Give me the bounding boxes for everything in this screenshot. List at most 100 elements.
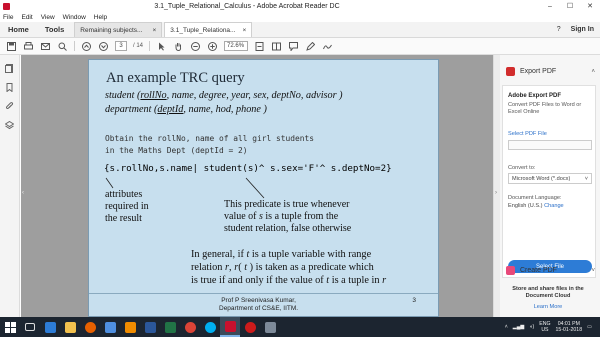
collapse-right-panel[interactable]: › [494, 55, 500, 317]
text-run: is a tuple from the [262, 211, 339, 222]
taskbar-app-word[interactable] [140, 317, 160, 337]
tabbar-right: ? Sign In [557, 22, 600, 37]
taskbar-store[interactable] [100, 317, 120, 337]
edge-icon [44, 321, 56, 333]
excel-icon [164, 321, 176, 333]
vlc-icon [124, 321, 136, 333]
chevron-down-icon[interactable]: ˅ [591, 268, 595, 274]
language-value: English (U.S.) [508, 203, 543, 209]
paragraph-line: In general, if t is a tuple variable wit… [191, 248, 436, 261]
acrobat-window: 3.1_Tuple_Relational_Calculus - Adobe Ac… [0, 0, 600, 337]
annotation-line: This predicate is true whenever [224, 199, 350, 210]
create-pdf-icon [506, 266, 515, 275]
taskbar-app-skype[interactable] [200, 317, 220, 337]
toolbar-separator [149, 41, 151, 51]
card-title: Adobe Export PDF [508, 93, 562, 99]
variable-r: r [382, 275, 387, 286]
task-view-button[interactable] [20, 317, 40, 337]
document-tab-label: 3.1_Tuple_Relationa... [170, 26, 236, 34]
tab-tools[interactable]: Tools [37, 22, 72, 37]
taskbar-app-excel[interactable] [160, 317, 180, 337]
close-tab-icon[interactable]: × [153, 27, 157, 34]
next-page-icon[interactable] [98, 41, 109, 52]
taskbar-app-opera[interactable] [240, 317, 260, 337]
input-language[interactable]: ENG US [539, 321, 550, 333]
firefox-icon [84, 321, 96, 333]
change-language-link[interactable]: Change [544, 203, 564, 209]
sign-in-link[interactable]: Sign In [571, 26, 594, 33]
document-tab-remaining-subjects[interactable]: Remaining subjects... × [74, 22, 163, 37]
learn-more-link[interactable]: Learn More [500, 304, 596, 310]
pdf-page-slide: An example TRC query student (rollNo, na… [88, 59, 439, 317]
menu-help[interactable]: Help [94, 14, 107, 21]
minimize-button[interactable]: – [540, 0, 560, 12]
export-pdf-card: Adobe Export PDF Convert PDF Files to Wo… [502, 85, 596, 278]
select-cursor-icon[interactable] [156, 41, 167, 52]
help-icon[interactable]: ? [557, 26, 561, 33]
save-icon[interactable] [6, 41, 17, 52]
close-window-button[interactable]: ✕ [580, 0, 600, 12]
menu-file[interactable]: File [3, 14, 13, 21]
general-explanation-paragraph: In general, if t is a tuple variable wit… [191, 248, 436, 287]
close-tab-icon[interactable]: × [243, 27, 247, 34]
maximize-button[interactable]: ☐ [560, 0, 580, 12]
taskbar-app-vlc[interactable] [120, 317, 140, 337]
taskbar-acrobat[interactable] [220, 317, 240, 337]
previous-page-icon[interactable] [81, 41, 92, 52]
page-thumbnails-icon[interactable] [4, 63, 15, 74]
author-line: Prof P Sreenivasa Kumar, [221, 297, 296, 304]
system-tray: ˄ ▂▄▆ ◖) ENG US 04:01 PM 15-01-2018 ▭ [505, 321, 600, 333]
text-run: is true if and only if the value of [191, 275, 327, 286]
convert-format-select[interactable]: Microsoft Word (*.docx) ˅ [508, 173, 592, 184]
scroll-mode-icon[interactable] [271, 41, 282, 52]
windows-taskbar: ˄ ▂▄▆ ◖) ENG US 04:01 PM 15-01-2018 ▭ [0, 317, 600, 337]
text-run: is a tuple in [329, 275, 383, 286]
right-tools-panel: › Export PDF ˄ Adobe Export PDF Convert … [493, 55, 600, 317]
system-clock[interactable]: 04:01 PM 15-01-2018 [556, 321, 583, 333]
highlight-pen-icon[interactable] [305, 41, 316, 52]
annotation-predicate: This predicate is true whenever value of… [224, 199, 351, 235]
zoom-in-icon[interactable] [207, 41, 218, 52]
export-pdf-header[interactable]: Export PDF [506, 67, 556, 76]
taskbar-edge[interactable] [40, 317, 60, 337]
slide-footer: Prof P Sreenivasa Kumar, Department of C… [89, 293, 438, 316]
tab-home[interactable]: Home [0, 22, 37, 37]
menu-view[interactable]: View [41, 14, 55, 21]
network-icon[interactable]: ▂▄▆ [513, 324, 525, 330]
action-center-icon[interactable]: ▭ [587, 324, 592, 330]
zoom-out-icon[interactable] [190, 41, 201, 52]
taskbar-file-explorer[interactable] [60, 317, 80, 337]
hand-tool-icon[interactable] [173, 41, 184, 52]
document-tab-tuple-relational[interactable]: 3.1_Tuple_Relationa... × [164, 22, 253, 37]
page-number-input[interactable]: 3 [115, 41, 127, 51]
fit-page-icon[interactable] [254, 41, 265, 52]
slide-page-number: 3 [412, 297, 416, 304]
layers-icon[interactable] [4, 120, 15, 131]
taskbar-app-files[interactable] [260, 317, 280, 337]
email-icon[interactable] [40, 41, 51, 52]
annotation-line: the result [105, 213, 142, 224]
text-run: ) is taken as a predicate which [247, 262, 374, 273]
document-viewport[interactable]: ‹ An example TRC query student (rollNo, … [21, 55, 493, 317]
collapse-left-panel-icon[interactable]: ‹ [22, 190, 27, 202]
menu-window[interactable]: Window [63, 14, 86, 21]
taskbar-firefox[interactable] [80, 317, 100, 337]
tab-bar: Home Tools Remaining subjects... × 3.1_T… [0, 22, 600, 38]
print-icon[interactable] [23, 41, 34, 52]
notification-chevron-icon[interactable]: ˄ [505, 324, 508, 330]
chevron-up-icon[interactable]: ˄ [591, 69, 595, 75]
taskbar-app-chrome[interactable] [180, 317, 200, 337]
select-pdf-file-link[interactable]: Select PDF File [508, 131, 547, 137]
selected-file-field[interactable] [508, 140, 592, 150]
start-button[interactable] [0, 317, 20, 337]
menu-edit[interactable]: Edit [21, 14, 32, 21]
convert-to-label: Convert to: [508, 165, 536, 171]
create-pdf-header[interactable]: Create PDF [506, 266, 557, 275]
zoom-level-select[interactable]: 72.6% [224, 41, 249, 51]
bookmark-icon[interactable] [4, 82, 15, 93]
comment-icon[interactable] [288, 41, 299, 52]
attachment-icon[interactable] [4, 101, 15, 112]
volume-icon[interactable]: ◖) [529, 324, 534, 330]
search-icon[interactable] [57, 41, 68, 52]
sign-icon[interactable] [322, 41, 333, 52]
